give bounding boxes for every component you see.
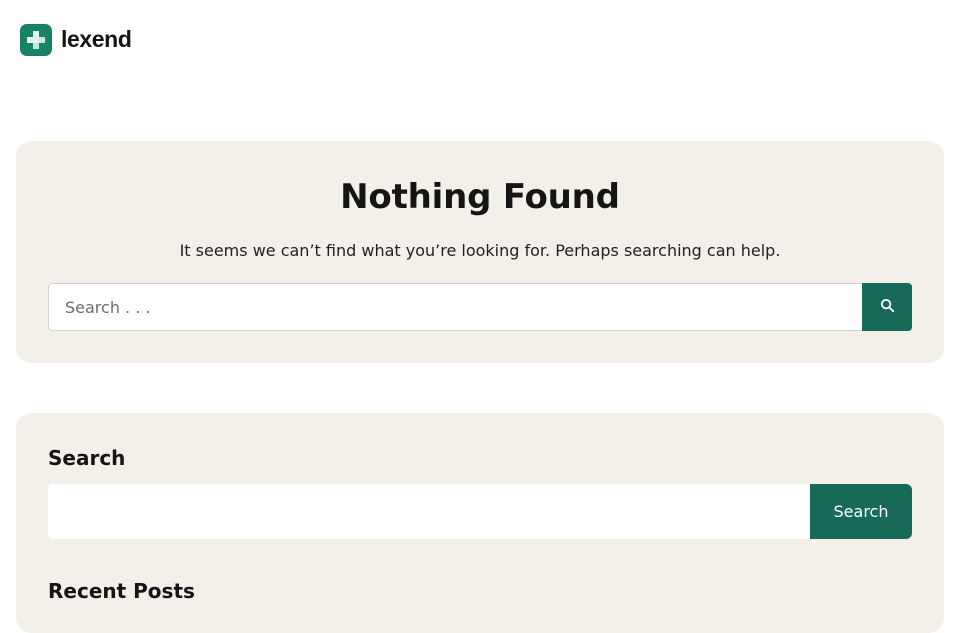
search-submit-button[interactable] [862, 283, 912, 331]
sidebar-search-form: Search [48, 484, 912, 539]
site-title[interactable]: lexend [61, 28, 132, 51]
no-results-card: Nothing Found It seems we can’t find wha… [16, 141, 944, 363]
search-widget-title: Search [48, 446, 126, 470]
site-logo-icon[interactable] [20, 24, 52, 56]
page-title: Nothing Found [340, 177, 620, 217]
no-results-search-form [48, 283, 912, 331]
sidebar-search-input[interactable] [48, 484, 810, 539]
search-icon [879, 297, 896, 317]
no-results-message: It seems we can’t find what you’re looki… [179, 241, 781, 260]
search-input[interactable] [48, 283, 862, 331]
sidebar-widgets: Search Search Recent Posts [16, 413, 944, 633]
sidebar-search-button[interactable]: Search [810, 484, 912, 539]
recent-posts-title: Recent Posts [48, 579, 195, 603]
site-header: lexend [20, 24, 132, 56]
